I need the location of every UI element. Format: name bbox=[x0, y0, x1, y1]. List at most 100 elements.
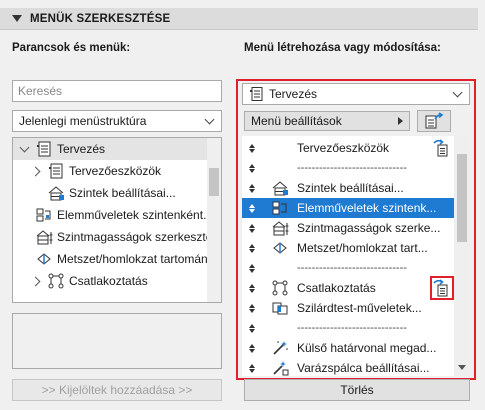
list-item[interactable]: Csatlakoztatás bbox=[242, 278, 454, 298]
list-item[interactable]: Varázspálca beállításai... bbox=[242, 358, 454, 376]
section-elevation-icon bbox=[269, 238, 291, 258]
list-item[interactable]: Elemműveletek szintenk... bbox=[242, 198, 454, 218]
add-selected-button[interactable]: >> Kijelöltek hozzáadása >> bbox=[12, 379, 222, 401]
menu-item-list[interactable]: Tervezőeszközök -------------------------… bbox=[242, 136, 454, 376]
connection-icon bbox=[269, 278, 291, 298]
import-menu-button[interactable] bbox=[417, 110, 451, 132]
menu-settings-button[interactable]: Menü beállítások bbox=[244, 111, 410, 131]
reorder-handle-icon[interactable] bbox=[245, 323, 259, 333]
highlight-marker bbox=[430, 276, 454, 300]
list-item-label: Tervezőeszközök bbox=[297, 141, 390, 155]
tree-row-label: Elemműveletek szintenként... bbox=[57, 208, 209, 222]
list-item[interactable]: Szintek beállításai... bbox=[242, 178, 454, 198]
search-input[interactable] bbox=[13, 81, 221, 101]
solid-operations-icon bbox=[269, 298, 291, 318]
icon-slot bbox=[269, 158, 291, 178]
tree-row[interactable]: Metszet/homlokzat tartomány... bbox=[13, 248, 209, 270]
reorder-handle-icon[interactable] bbox=[245, 283, 259, 293]
structure-dropdown-value: Jelenlegi menüstruktúra bbox=[19, 114, 147, 128]
chevron-right-icon[interactable] bbox=[31, 165, 43, 177]
list-item-label: Szintek beállításai... bbox=[297, 181, 404, 195]
list-item[interactable]: Szintmagasságok szerke... bbox=[242, 218, 454, 238]
list-separator-row[interactable]: ------------------------------ bbox=[242, 158, 454, 178]
list-item-label: Metszet/homlokzat tart... bbox=[297, 241, 428, 255]
tree-row[interactable]: Csatlakoztatás bbox=[13, 270, 209, 292]
list-item[interactable]: Szilárdtest-műveletek... bbox=[242, 298, 454, 318]
list-item-label: Külső határvonal megad... bbox=[297, 341, 437, 355]
element-operations-icon bbox=[269, 198, 291, 218]
create-modify-menu-label: Menü létrehozása vagy módosítása: bbox=[244, 42, 441, 54]
list-item[interactable]: Külső határvonal megad... bbox=[242, 338, 454, 358]
tree-row-label: Tervezőeszközök bbox=[69, 164, 162, 178]
collapse-triangle-icon[interactable] bbox=[12, 15, 22, 22]
submenu-arrow-icon bbox=[398, 117, 403, 125]
scrollbar-thumb[interactable] bbox=[209, 168, 219, 196]
list-separator-row[interactable]: ------------------------------ bbox=[242, 318, 454, 338]
scrollbar-thumb[interactable] bbox=[457, 154, 467, 242]
tree-row[interactable]: Tervezőeszközök bbox=[13, 160, 209, 182]
reorder-handle-icon[interactable] bbox=[245, 263, 259, 273]
story-settings-icon bbox=[47, 184, 65, 202]
menu-list-icon bbox=[47, 162, 65, 180]
reorder-handle-icon[interactable] bbox=[245, 363, 259, 373]
tree-row[interactable]: Tervezés bbox=[13, 138, 209, 160]
search-field[interactable] bbox=[12, 80, 222, 102]
tree-row-label: Szintek beállításai... bbox=[69, 186, 176, 200]
reorder-handle-icon[interactable] bbox=[245, 303, 259, 313]
import-menu-icon bbox=[425, 112, 444, 129]
tree-row[interactable]: Szintek beállításai... bbox=[13, 182, 209, 204]
magic-wand-settings-icon bbox=[269, 358, 291, 376]
reorder-handle-icon[interactable] bbox=[245, 163, 259, 173]
tree-row[interactable]: Szintmagasságok szerkesztése... bbox=[13, 226, 209, 248]
tree-row-label: Tervezés bbox=[57, 142, 106, 156]
chevron-down-icon bbox=[451, 87, 465, 101]
reorder-handle-icon[interactable] bbox=[245, 223, 259, 233]
scroll-down-arrow-icon[interactable] bbox=[458, 365, 466, 370]
section-title: MENÜK SZERKESZTÉSE bbox=[30, 12, 171, 25]
description-box bbox=[12, 313, 222, 369]
magic-wand-icon bbox=[269, 338, 291, 358]
command-tree[interactable]: Tervezés Tervezőeszközök Szintek beállítás… bbox=[12, 137, 222, 303]
chevron-right-icon[interactable] bbox=[31, 275, 43, 287]
tree-row-label: Metszet/homlokzat tartomány... bbox=[57, 252, 209, 266]
menu-settings-label: Menü beállítások bbox=[251, 114, 342, 128]
reorder-handle-icon[interactable] bbox=[245, 203, 259, 213]
icon-slot bbox=[269, 138, 291, 158]
submenu-badge-icon[interactable] bbox=[432, 139, 452, 160]
list-item[interactable]: Tervezőeszközök bbox=[242, 138, 454, 158]
reorder-handle-icon[interactable] bbox=[245, 243, 259, 253]
chevron-down-icon[interactable] bbox=[19, 143, 31, 155]
commands-menus-label: Parancsok és menük: bbox=[12, 42, 131, 54]
story-heights-icon bbox=[269, 218, 291, 238]
reorder-handle-icon[interactable] bbox=[245, 183, 259, 193]
connection-icon bbox=[47, 272, 65, 290]
list-item-label: Elemműveletek szintenk... bbox=[297, 201, 437, 215]
story-settings-icon bbox=[269, 178, 291, 198]
list-item[interactable]: Metszet/homlokzat tart... bbox=[242, 238, 454, 258]
tree-row-label: Szintmagasságok szerkesztése... bbox=[57, 230, 209, 244]
list-item-label: Szilárdtest-műveletek... bbox=[297, 301, 422, 315]
chevron-down-icon bbox=[203, 114, 217, 128]
icon-slot bbox=[269, 318, 291, 338]
list-separator-row[interactable]: ------------------------------ bbox=[242, 258, 454, 278]
delete-button[interactable]: Törlés bbox=[244, 379, 470, 401]
list-item-label: Csatlakoztatás bbox=[297, 281, 376, 295]
tree-row[interactable]: Elemműveletek szintenként... bbox=[13, 204, 209, 226]
reorder-handle-icon[interactable] bbox=[245, 343, 259, 353]
separator-label: ------------------------------ bbox=[297, 322, 407, 334]
separator-label: ------------------------------ bbox=[297, 162, 407, 174]
icon-slot bbox=[269, 258, 291, 278]
reorder-handle-icon[interactable] bbox=[245, 143, 259, 153]
menu-dropdown[interactable]: Tervezés bbox=[242, 83, 470, 105]
section-header[interactable]: MENÜK SZERKESZTÉSE bbox=[0, 8, 478, 30]
story-heights-icon bbox=[35, 228, 53, 246]
menu-list-icon bbox=[249, 86, 265, 102]
list-item-label: Szintmagasságok szerke... bbox=[297, 221, 441, 235]
tree-vertical-scrollbar[interactable] bbox=[207, 138, 221, 302]
list-vertical-scrollbar[interactable] bbox=[454, 136, 470, 376]
element-operations-icon bbox=[35, 206, 53, 224]
structure-dropdown[interactable]: Jelenlegi menüstruktúra bbox=[12, 110, 222, 132]
list-item-label: Varázspálca beállításai... bbox=[297, 361, 430, 375]
tree-row-label: Csatlakoztatás bbox=[69, 274, 148, 288]
